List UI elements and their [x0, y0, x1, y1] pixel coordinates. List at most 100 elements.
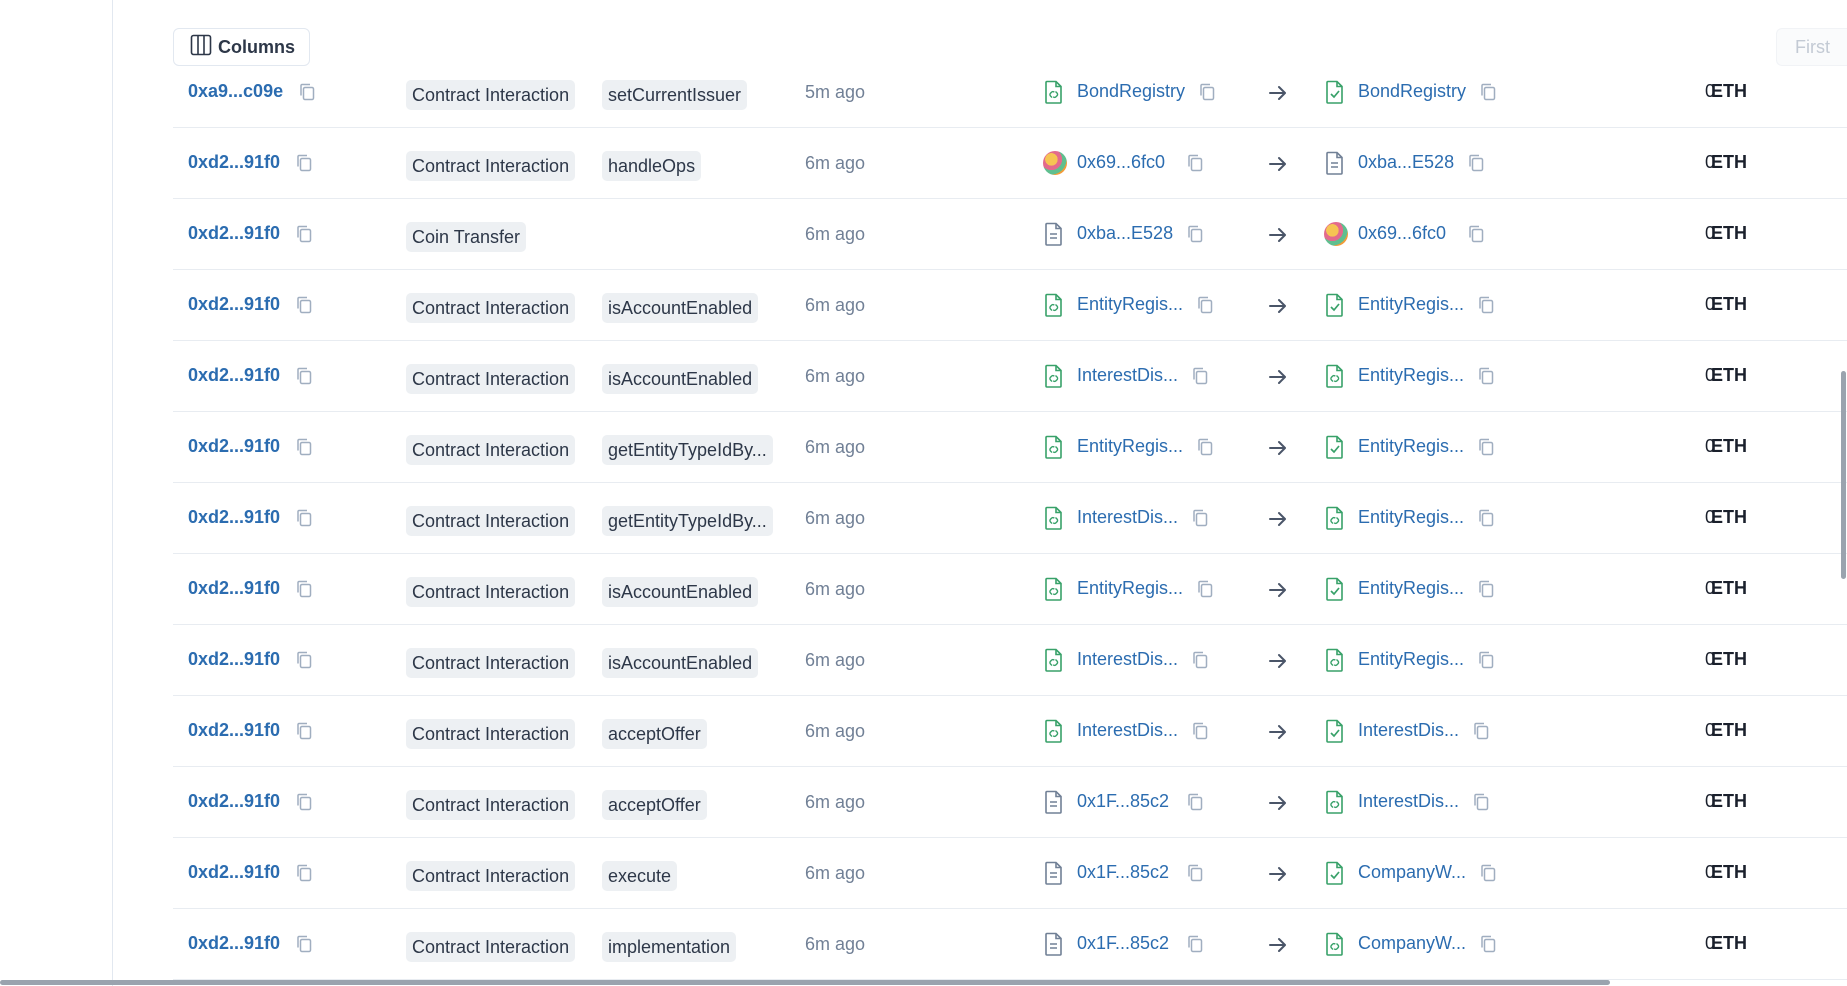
copy-icon[interactable]: [296, 438, 312, 456]
from-address-link[interactable]: EntityRegis...: [1077, 294, 1183, 315]
copy-icon[interactable]: [1478, 367, 1494, 385]
table-row: 0xd2...91f0 Coin Transfer 6m ago 0xba...E52…: [173, 199, 1847, 270]
copy-icon[interactable]: [1197, 580, 1213, 598]
tx-hash-link[interactable]: 0xd2...91f0: [188, 720, 280, 741]
method-badge: getEntityTypeIdBy...: [602, 506, 773, 536]
tx-hash-link[interactable]: 0xd2...91f0: [188, 436, 280, 457]
to-address-link[interactable]: EntityRegis...: [1358, 649, 1464, 670]
copy-icon[interactable]: [296, 367, 312, 385]
tx-age: 6m ago: [805, 792, 866, 812]
from-address-link[interactable]: InterestDis...: [1077, 720, 1178, 741]
tx-hash-link[interactable]: 0xd2...91f0: [188, 791, 280, 812]
copy-icon[interactable]: [1478, 651, 1494, 669]
copy-icon[interactable]: [1197, 296, 1213, 314]
copy-icon[interactable]: [296, 296, 312, 314]
copy-icon[interactable]: [1192, 509, 1208, 527]
tx-hash-link[interactable]: 0xd2...91f0: [188, 933, 280, 954]
to-address-link[interactable]: InterestDis...: [1358, 791, 1459, 812]
tx-type-badge: Contract Interaction: [406, 719, 576, 749]
table-row: 0xd2...91f0 Contract Interaction isAccount…: [173, 341, 1847, 412]
from-address-link[interactable]: InterestDis...: [1077, 507, 1178, 528]
tx-type-badge: Contract Interaction: [406, 932, 576, 962]
copy-icon[interactable]: [296, 509, 312, 527]
to-address-link[interactable]: EntityRegis...: [1358, 436, 1464, 457]
from-address-link[interactable]: BondRegistry: [1077, 81, 1185, 102]
copy-icon[interactable]: [296, 793, 312, 811]
to-address-link[interactable]: BondRegistry: [1358, 81, 1466, 102]
tx-hash-link[interactable]: 0xd2...91f0: [188, 649, 280, 670]
to-address-link[interactable]: EntityRegis...: [1358, 507, 1464, 528]
copy-icon[interactable]: [1187, 864, 1203, 882]
tx-age: 6m ago: [805, 721, 866, 741]
copy-icon[interactable]: [296, 154, 312, 172]
copy-icon[interactable]: [296, 722, 312, 740]
to-address-link[interactable]: 0x69...6fc0: [1358, 223, 1446, 244]
copy-icon[interactable]: [1187, 793, 1203, 811]
from-address-link[interactable]: EntityRegis...: [1077, 436, 1183, 457]
contract-verified-icon: [1324, 506, 1348, 530]
arrow-right-icon: [1267, 295, 1289, 317]
copy-icon[interactable]: [296, 651, 312, 669]
method-badge: isAccountEnabled: [602, 293, 759, 323]
tx-hash-link[interactable]: 0xd2...91f0: [188, 223, 280, 244]
tx-hash-link[interactable]: 0xd2...91f0: [188, 365, 280, 386]
horizontal-scrollbar[interactable]: [0, 980, 1610, 985]
transactions-table: 0xa9...c09e Contract Interaction setCurren…: [173, 57, 1847, 980]
tx-age: 6m ago: [805, 934, 866, 954]
copy-icon[interactable]: [1187, 225, 1203, 243]
from-address-link[interactable]: 0x69...6fc0: [1077, 152, 1165, 173]
to-address-link[interactable]: EntityRegis...: [1358, 294, 1464, 315]
from-address-link[interactable]: 0x1F...85c2: [1077, 862, 1169, 883]
contract-verified-icon: [1043, 719, 1067, 743]
contract-verified-icon: [1324, 790, 1348, 814]
copy-icon[interactable]: [296, 864, 312, 882]
table-row: 0xd2...91f0 Contract Interaction isAccount…: [173, 270, 1847, 341]
from-address-link[interactable]: 0x1F...85c2: [1077, 791, 1169, 812]
from-address-link[interactable]: InterestDis...: [1077, 649, 1178, 670]
copy-icon[interactable]: [296, 935, 312, 953]
copy-icon[interactable]: [1478, 509, 1494, 527]
tx-hash-link[interactable]: 0xd2...91f0: [188, 507, 280, 528]
to-address-link[interactable]: EntityRegis...: [1358, 578, 1464, 599]
copy-icon[interactable]: [296, 580, 312, 598]
copy-icon[interactable]: [1478, 580, 1494, 598]
copy-icon[interactable]: [1187, 935, 1203, 953]
to-address-link[interactable]: CompanyW...: [1358, 933, 1466, 954]
copy-icon[interactable]: [296, 225, 312, 243]
copy-icon[interactable]: [1199, 83, 1215, 101]
copy-icon[interactable]: [1473, 722, 1489, 740]
copy-icon[interactable]: [1480, 935, 1496, 953]
copy-icon[interactable]: [1192, 367, 1208, 385]
tx-hash-link[interactable]: 0xd2...91f0: [188, 578, 280, 599]
to-address-link[interactable]: EntityRegis...: [1358, 365, 1464, 386]
from-address-link[interactable]: InterestDis...: [1077, 365, 1178, 386]
copy-icon[interactable]: [1192, 651, 1208, 669]
from-address-link[interactable]: 0xba...E528: [1077, 223, 1173, 244]
contract-icon: [1324, 151, 1348, 175]
copy-icon[interactable]: [1468, 154, 1484, 172]
copy-icon[interactable]: [1480, 83, 1496, 101]
copy-icon[interactable]: [1187, 154, 1203, 172]
to-address-link[interactable]: 0xba...E528: [1358, 152, 1454, 173]
to-address-link[interactable]: CompanyW...: [1358, 862, 1466, 883]
contract-verified-icon: [1043, 577, 1067, 601]
tx-hash-link[interactable]: 0xd2...91f0: [188, 862, 280, 883]
tx-type-badge: Contract Interaction: [406, 364, 576, 394]
tx-hash-link[interactable]: 0xd2...91f0: [188, 294, 280, 315]
from-address-link[interactable]: 0x1F...85c2: [1077, 933, 1169, 954]
copy-icon[interactable]: [1192, 722, 1208, 740]
copy-icon[interactable]: [1478, 296, 1494, 314]
tx-hash-link[interactable]: 0xd2...91f0: [188, 152, 280, 173]
copy-icon[interactable]: [1480, 864, 1496, 882]
vertical-scrollbar[interactable]: [1841, 371, 1846, 579]
copy-icon[interactable]: [1473, 793, 1489, 811]
to-address-link[interactable]: InterestDis...: [1358, 720, 1459, 741]
copy-icon[interactable]: [1478, 438, 1494, 456]
from-address-link[interactable]: EntityRegis...: [1077, 578, 1183, 599]
copy-icon[interactable]: [1197, 438, 1213, 456]
avatar-icon: [1324, 222, 1348, 246]
copy-icon[interactable]: [1468, 225, 1484, 243]
tx-age: 5m ago: [805, 82, 866, 102]
tx-hash-link[interactable]: 0xa9...c09e: [188, 81, 283, 102]
copy-icon[interactable]: [299, 83, 315, 101]
